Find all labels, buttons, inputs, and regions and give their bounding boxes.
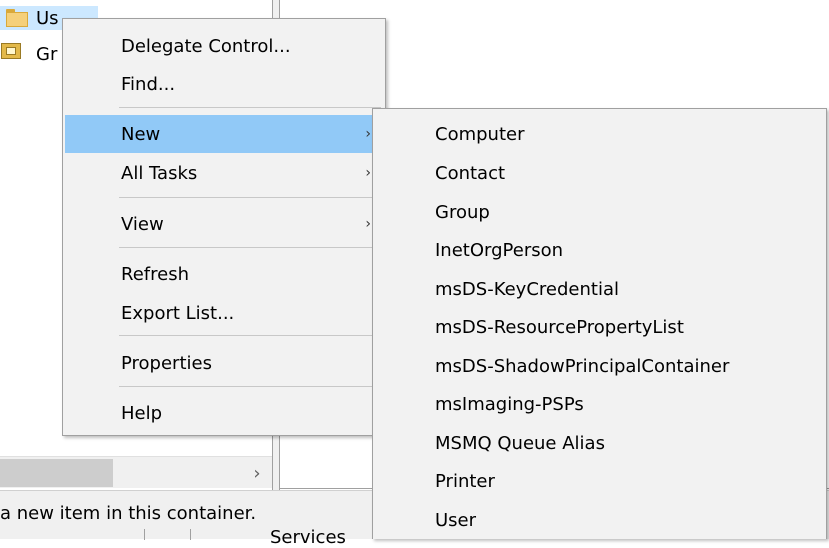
submenu-item-inetorgperson[interactable]: InetOrgPerson — [375, 231, 824, 269]
submenu-item-user[interactable]: User — [375, 501, 824, 539]
menu-separator — [119, 335, 381, 336]
submenu-item-printer[interactable]: Printer — [375, 462, 824, 500]
menu-item-find[interactable]: Find... — [65, 65, 383, 103]
menu-item-delegate-control[interactable]: Delegate Control... — [65, 27, 383, 65]
chevron-right-icon: › — [365, 216, 371, 232]
container-icon — [1, 43, 28, 63]
submenu-item-msds-keycredential[interactable]: msDS-KeyCredential — [375, 270, 824, 308]
new-submenu: Computer Contact Group InetOrgPerson msD… — [372, 108, 827, 539]
tree-item-label: Us — [36, 7, 59, 29]
submenu-item-contact[interactable]: Contact — [375, 154, 824, 192]
menu-item-help[interactable]: Help — [65, 394, 383, 432]
submenu-item-computer[interactable]: Computer — [375, 115, 824, 153]
menu-item-new[interactable]: New › — [65, 115, 383, 153]
submenu-item-msds-resourcepropertylist[interactable]: msDS-ResourcePropertyList — [375, 308, 824, 346]
menu-item-properties[interactable]: Properties — [65, 344, 383, 382]
services-label: Services — [270, 527, 346, 548]
submenu-item-group[interactable]: Group — [375, 193, 824, 231]
menu-item-all-tasks[interactable]: All Tasks › — [65, 154, 383, 192]
status-separator — [190, 529, 191, 540]
submenu-item-msmq-queue-alias[interactable]: MSMQ Queue Alias — [375, 424, 824, 462]
submenu-item-msimaging-psps[interactable]: msImaging-PSPs — [375, 385, 824, 423]
chevron-right-icon: › — [365, 126, 371, 142]
scroll-right-arrow-icon[interactable]: › — [243, 457, 271, 489]
menu-separator — [119, 197, 381, 198]
tree-item-label: Gr — [36, 43, 58, 65]
horizontal-scrollbar[interactable]: › — [0, 456, 272, 488]
submenu-item-msds-shadowprincipalcontainer[interactable]: msDS-ShadowPrincipalContainer — [375, 347, 824, 385]
chevron-right-icon: › — [365, 165, 371, 181]
context-menu: Delegate Control... Find... New › All Ta… — [62, 18, 386, 436]
menu-separator — [119, 247, 381, 248]
menu-separator — [119, 107, 381, 108]
status-separator — [144, 529, 145, 540]
status-text: a new item in this container. — [0, 503, 257, 524]
menu-item-view[interactable]: View › — [65, 205, 383, 243]
menu-item-export-list[interactable]: Export List... — [65, 294, 383, 332]
scrollbar-thumb[interactable] — [0, 459, 113, 487]
menu-separator — [119, 386, 381, 387]
folder-icon — [6, 9, 28, 27]
menu-item-refresh[interactable]: Refresh — [65, 255, 383, 293]
